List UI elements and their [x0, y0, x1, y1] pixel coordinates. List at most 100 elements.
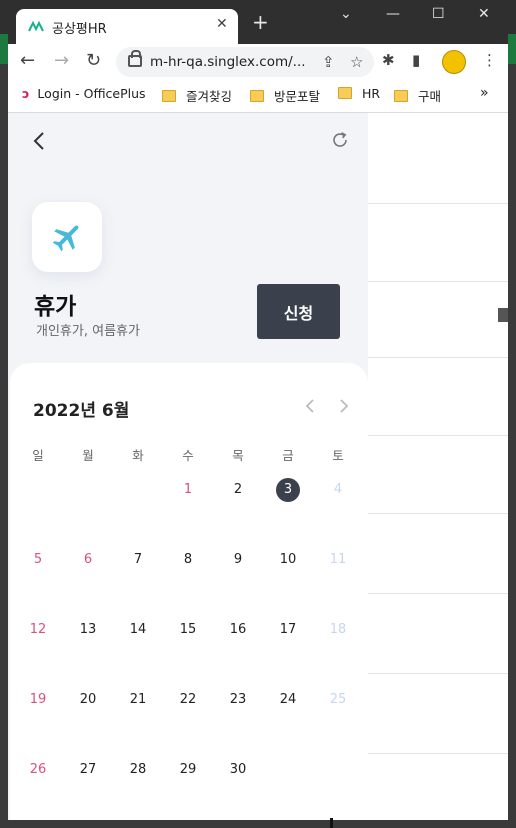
forward-arrow-icon[interactable]: →: [54, 50, 69, 71]
calendar-day[interactable]: 19: [13, 678, 63, 748]
calendar-day[interactable]: 28: [113, 748, 163, 818]
calendar-day[interactable]: 25: [313, 678, 363, 748]
divider: [358, 281, 508, 282]
close-window-icon[interactable]: ✕: [478, 6, 490, 22]
weekday-label: 월: [82, 448, 94, 463]
bookmark-folder[interactable]: 방문포탈: [250, 86, 320, 105]
weekday-label: 토: [332, 448, 344, 463]
calendar-day-number: 29: [179, 762, 197, 777]
folder-icon: [250, 90, 264, 102]
calendar-day[interactable]: 29: [163, 748, 213, 818]
prev-month-icon[interactable]: [302, 396, 318, 416]
url-text[interactable]: m-hr-qa.singlex.com/...: [150, 54, 306, 70]
background-marker: [498, 308, 508, 322]
calendar-day[interactable]: 14: [113, 608, 163, 678]
calendar-day-number: 26: [29, 762, 47, 777]
calendar-day[interactable]: 21: [113, 678, 163, 748]
calendar-day-number: 2: [233, 482, 243, 497]
calendar-day[interactable]: 18: [313, 608, 363, 678]
page-subtitle: 개인휴가, 여름휴가: [36, 324, 140, 339]
calendar-day[interactable]: 1: [163, 468, 213, 538]
calendar-day-number: 13: [79, 622, 97, 637]
close-tab-icon[interactable]: ✕: [216, 16, 228, 32]
bookmark-star-icon[interactable]: ☆: [350, 53, 363, 71]
calendar-grid: 일 월 화 수 목 금 토 1 2 3 4 5 6 7 8 9 10 11 12 13 14 15 16 17 1…: [13, 444, 363, 818]
calendar-day[interactable]: 26: [13, 748, 63, 818]
calendar-day[interactable]: 23: [213, 678, 263, 748]
calendar-day-number: [26, 478, 50, 502]
bookmark-folder[interactable]: 즐겨찾깅: [162, 86, 232, 105]
back-arrow-icon[interactable]: ←: [20, 50, 35, 71]
browser-tab[interactable]: 공상평HR ✕: [16, 9, 238, 44]
calendar-day-number: 25: [329, 692, 347, 707]
calendar-day[interactable]: 17: [263, 608, 313, 678]
calendar-day[interactable]: 22: [163, 678, 213, 748]
window-edge: [0, 34, 8, 64]
calendar-day[interactable]: 27: [63, 748, 113, 818]
calendar-day-number: 8: [183, 552, 193, 567]
calendar-day[interactable]: 8: [163, 538, 213, 608]
background-page: [358, 113, 508, 820]
lock-icon[interactable]: [128, 50, 142, 67]
tab-search-icon[interactable]: ⌄: [340, 6, 352, 22]
calendar-week-row: 12 13 14 15 16 17 18: [13, 608, 363, 678]
minimize-icon[interactable]: —: [386, 6, 400, 22]
calendar-day[interactable]: 24: [263, 678, 313, 748]
calendar-day-number: [76, 478, 100, 502]
browser-toolbar: ← → ↻ m-hr-qa.singlex.com/... ⇪ ☆ ✱ ▮ ⋮: [8, 44, 508, 80]
calendar-day[interactable]: 2: [213, 468, 263, 538]
page-title: 휴가: [34, 294, 77, 320]
folder-icon: [162, 90, 176, 102]
divider: [358, 593, 508, 594]
calendar-day[interactable]: 6: [63, 538, 113, 608]
calendar-day[interactable]: 13: [63, 608, 113, 678]
calendar-day[interactable]: 12: [13, 608, 63, 678]
calendar-empty-cell: [263, 748, 313, 818]
maximize-icon[interactable]: ☐: [432, 6, 445, 22]
extensions-icon[interactable]: ✱: [382, 51, 395, 69]
divider: [358, 435, 508, 436]
weekday-label: 목: [232, 448, 244, 463]
calendar-day[interactable]: 20: [63, 678, 113, 748]
page-viewport: 휴가 개인휴가, 여름휴가 신청 2022년 6월 일 월 화 수 목 금 토: [8, 113, 508, 820]
reload-icon[interactable]: ↻: [86, 50, 101, 71]
next-month-icon[interactable]: [336, 396, 352, 416]
profile-avatar[interactable]: [442, 50, 466, 74]
calendar-day[interactable]: 15: [163, 608, 213, 678]
bookmark-folder[interactable]: HR: [338, 86, 380, 101]
calendar-day-number: [276, 758, 300, 782]
bookmarks-overflow-button[interactable]: »: [480, 85, 489, 101]
address-bar[interactable]: m-hr-qa.singlex.com/... ⇪ ☆: [116, 47, 374, 77]
vacation-panel: 휴가 개인휴가, 여름휴가 신청 2022년 6월 일 월 화 수 목 금 토: [8, 113, 368, 820]
back-chevron-icon[interactable]: [28, 129, 52, 153]
divider: [358, 753, 508, 754]
calendar-empty-cell: [113, 468, 163, 538]
apply-button[interactable]: 신청: [257, 284, 340, 339]
calendar-day-number: 22: [179, 692, 197, 707]
calendar-day[interactable]: 3: [263, 468, 313, 538]
calendar-day[interactable]: 11: [313, 538, 363, 608]
site-logo-icon: [28, 20, 44, 32]
calendar-day-number: 28: [129, 762, 147, 777]
share-icon[interactable]: ⇪: [322, 53, 335, 71]
calendar-day-number: 18: [329, 622, 347, 637]
calendar-card: 2022년 6월 일 월 화 수 목 금 토 1 2 3 4 5 6 7 8 9 10 11 12 13…: [10, 363, 368, 820]
calendar-day-number: 24: [279, 692, 297, 707]
bookmark-officeplus[interactable]: ↄ Login - OfficePlus: [22, 86, 146, 101]
bookmark-folder[interactable]: 구매: [394, 86, 441, 105]
calendar-day[interactable]: 10: [263, 538, 313, 608]
calendar-day[interactable]: 9: [213, 538, 263, 608]
calendar-day[interactable]: 5: [13, 538, 63, 608]
new-tab-button[interactable]: +: [252, 12, 269, 32]
side-panel-icon[interactable]: ▮: [412, 51, 420, 69]
calendar-day[interactable]: 7: [113, 538, 163, 608]
calendar-day[interactable]: 16: [213, 608, 263, 678]
calendar-day[interactable]: 30: [213, 748, 263, 818]
officeplus-icon: ↄ: [22, 86, 30, 101]
calendar-day-number: 14: [129, 622, 147, 637]
calendar-day[interactable]: 4: [313, 468, 363, 538]
menu-icon[interactable]: ⋮: [482, 51, 497, 69]
calendar-weeks: 1 2 3 4 5 6 7 8 9 10 11 12 13 14 15 16 17 18 19 20 21 22 23 24 2…: [13, 468, 363, 818]
calendar-day-number: 21: [129, 692, 147, 707]
refresh-icon[interactable]: [330, 130, 350, 150]
